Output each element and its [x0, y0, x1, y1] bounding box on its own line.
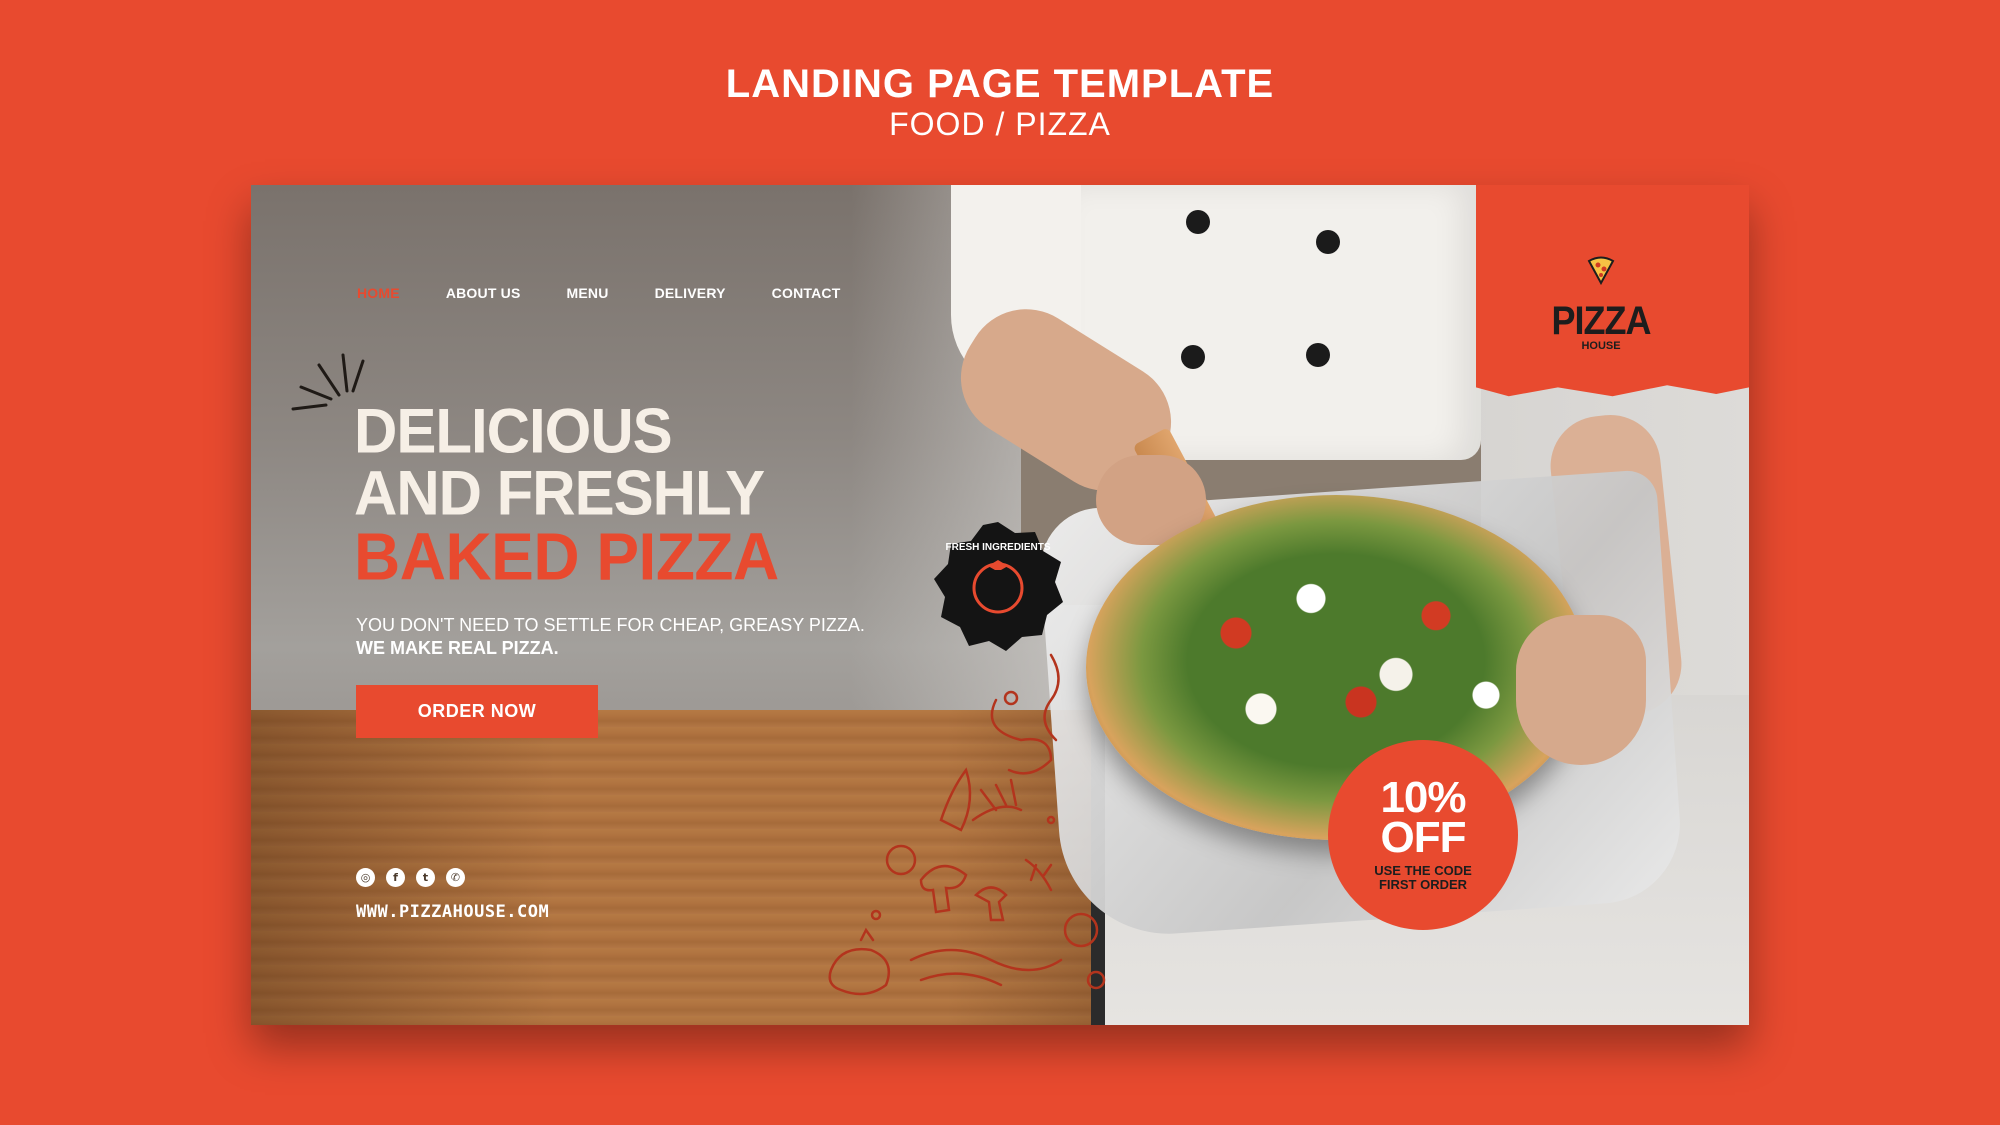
template-title: LANDING PAGE TEMPLATE: [725, 62, 1275, 106]
hero-heading-line-1: DELICIOUS: [354, 395, 673, 467]
hero-tagline: YOU DON'T NEED TO SETTLE FOR CHEAP, GREA…: [356, 615, 865, 635]
pizza-image: [1086, 495, 1586, 840]
logo-panel: [1476, 185, 1749, 397]
pizza-slice-icon: [1587, 256, 1615, 285]
badge-label: FRESH INGREDIENTS: [945, 542, 1050, 553]
coat-button: [1181, 345, 1205, 369]
main-nav: HOME ABOUT US MENU DELIVERY CONTACT: [357, 285, 886, 301]
discount-badge[interactable]: 10% OFF USE THE CODE FIRST ORDER: [1328, 740, 1518, 930]
discount-code-value: FIRST ORDER: [1378, 877, 1468, 892]
nav-item-delivery[interactable]: DELIVERY: [655, 285, 726, 301]
whatsapp-icon[interactable]: ✆: [446, 868, 465, 887]
coat-button: [1186, 210, 1210, 234]
landing-page-mockup: PIZZA HOUSE HOME ABOUT US MENU DELIVERY …: [251, 185, 1749, 1025]
logo-subtext: HOUSE: [1581, 340, 1621, 352]
twitter-icon[interactable]: t: [416, 868, 435, 887]
hero-heading-line-3: BAKED PIZZA: [354, 518, 779, 595]
discount-percent: 10%: [1380, 773, 1466, 822]
website-link[interactable]: WWW.PIZZAHOUSE.COM: [356, 902, 549, 922]
fresh-ingredients-badge: FRESH INGREDIENTS: [934, 522, 1063, 651]
nav-item-menu[interactable]: MENU: [567, 285, 609, 301]
ingredient-doodles: [828, 653, 1106, 996]
nav-item-contact[interactable]: CONTACT: [772, 285, 841, 301]
hero-tagline-bold: WE MAKE REAL PIZZA.: [356, 638, 559, 658]
instagram-icon[interactable]: ◎: [356, 868, 375, 887]
nav-item-home[interactable]: HOME: [357, 285, 400, 301]
hero-heading-line-2: AND FRESHLY: [354, 457, 765, 529]
coat-button: [1306, 343, 1330, 367]
social-links: ◎ f t ✆: [356, 868, 465, 887]
template-subtitle: FOOD / PIZZA: [889, 106, 1111, 142]
order-now-button[interactable]: ORDER NOW: [356, 685, 598, 738]
discount-off: OFF: [1380, 813, 1467, 862]
logo-wordmark[interactable]: PIZZA: [1546, 298, 1656, 344]
coat-button: [1316, 230, 1340, 254]
discount-code-label: USE THE CODE: [1374, 863, 1472, 878]
nav-item-about-us[interactable]: ABOUT US: [446, 285, 521, 301]
facebook-icon[interactable]: f: [386, 868, 405, 887]
chef-hand: [1516, 615, 1646, 765]
